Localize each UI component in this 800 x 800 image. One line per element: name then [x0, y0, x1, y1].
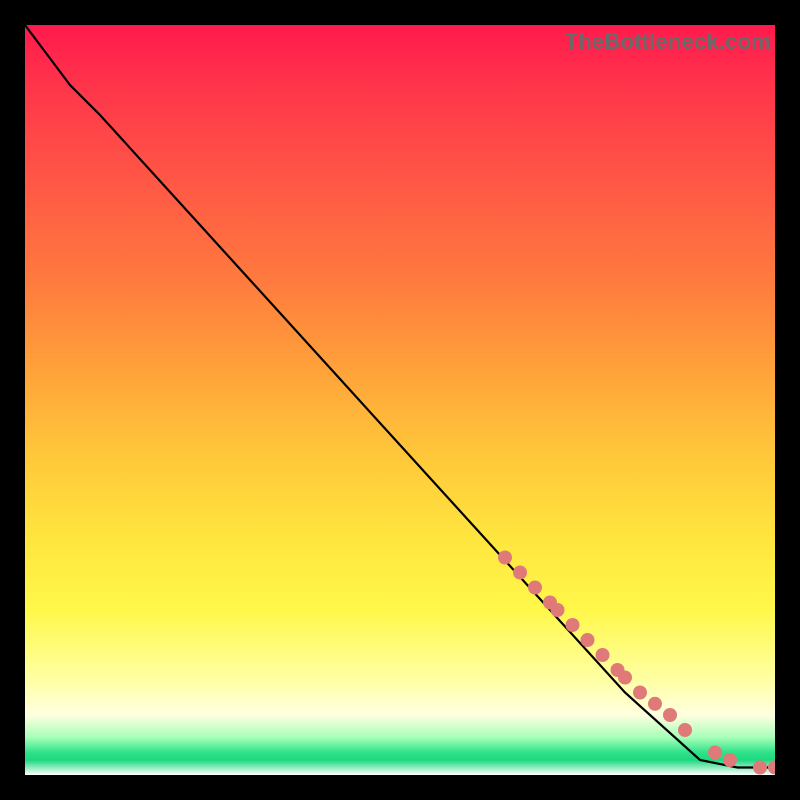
marker-point: [648, 697, 662, 711]
marker-point: [663, 708, 677, 722]
plot-area: TheBottleneck.com: [25, 25, 775, 775]
chart-frame: TheBottleneck.com: [0, 0, 800, 800]
marker-point: [611, 663, 625, 677]
watermark-text: TheBottleneck.com: [565, 29, 771, 55]
marker-point: [543, 596, 557, 610]
marker-point: [581, 633, 595, 647]
marker-point: [753, 761, 767, 775]
marker-point: [768, 761, 775, 775]
marker-point: [723, 753, 737, 767]
curve-line: [25, 25, 775, 768]
marker-point: [528, 581, 542, 595]
marker-point: [708, 746, 722, 760]
marker-point: [498, 551, 512, 565]
marker-point: [566, 618, 580, 632]
marker-point: [596, 648, 610, 662]
marker-point: [618, 671, 632, 685]
marker-group: [498, 551, 775, 775]
marker-point: [551, 603, 565, 617]
marker-point: [678, 723, 692, 737]
marker-point: [633, 686, 647, 700]
chart-overlay: [25, 25, 775, 775]
marker-point: [513, 566, 527, 580]
